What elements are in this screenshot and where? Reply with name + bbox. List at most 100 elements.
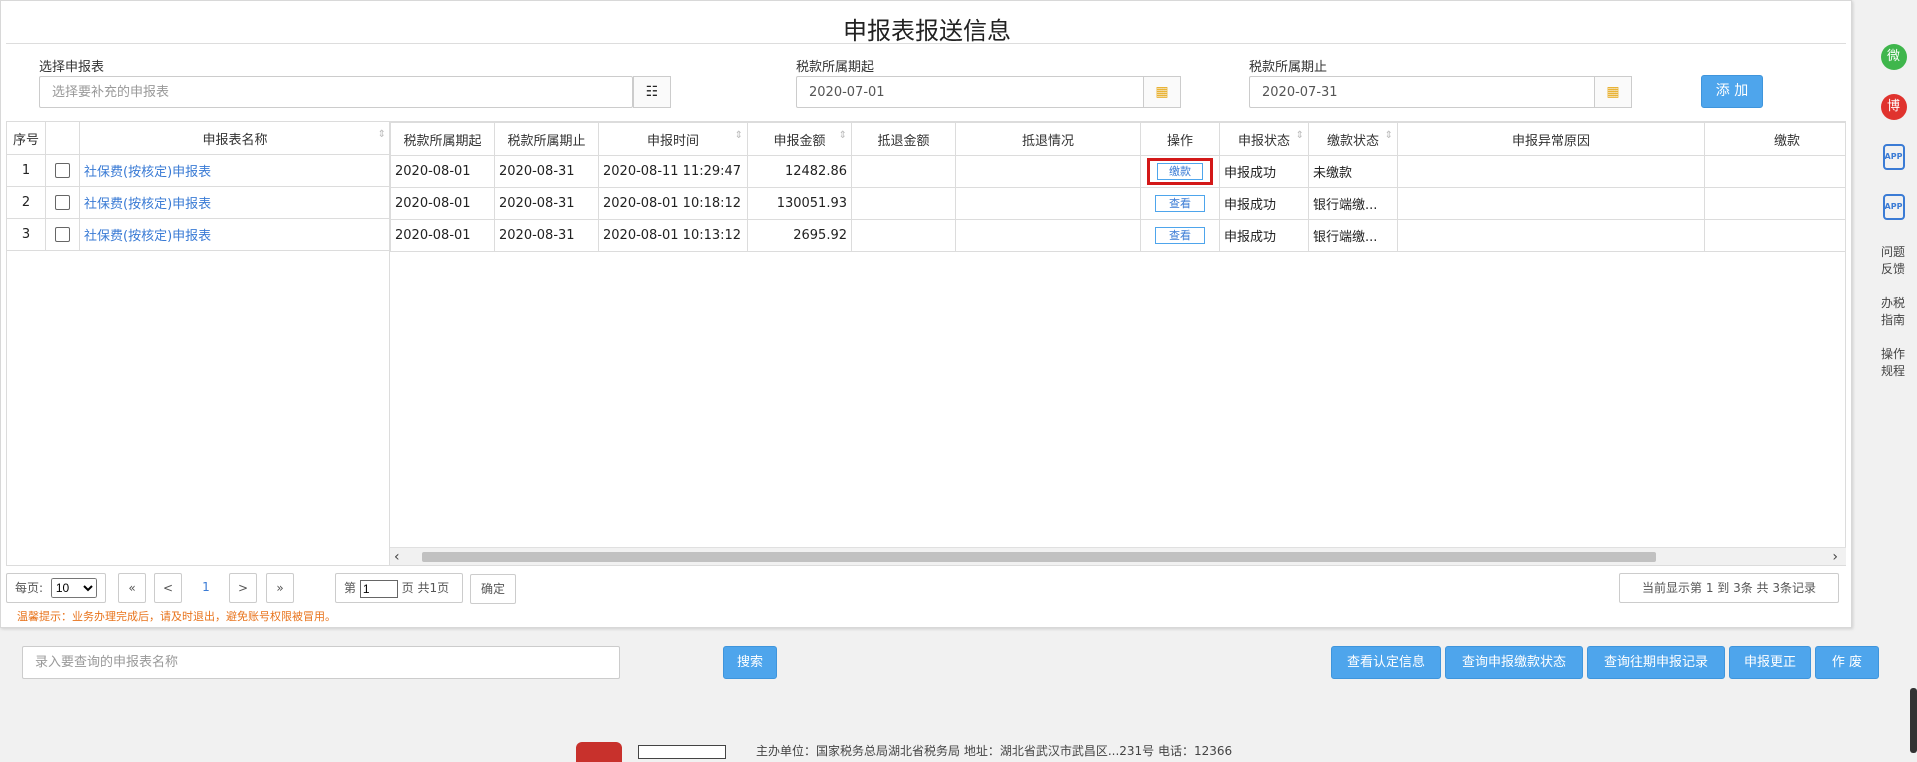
report-search-input[interactable] <box>22 646 620 679</box>
first-page-button[interactable]: « <box>118 573 146 603</box>
period-start-label: 税款所属期起 <box>796 60 875 75</box>
procedure-link[interactable]: 操作规程 <box>1878 346 1908 380</box>
add-button[interactable]: 添 加 <box>1701 75 1763 108</box>
cell-refund <box>851 219 956 252</box>
prev-page-button[interactable]: < <box>154 573 182 603</box>
row-no: 2 <box>6 186 46 219</box>
cell-extra <box>1704 155 1845 188</box>
page-number-input[interactable] <box>359 579 398 598</box>
report-name-link[interactable]: 社保费(按核定)申报表 <box>79 218 391 251</box>
row-no: 1 <box>6 154 46 187</box>
horizontal-scrollbar[interactable]: ‹ › <box>390 547 1846 565</box>
cell-refund-status <box>955 219 1141 252</box>
scrollbar-thumb[interactable] <box>422 552 1656 562</box>
last-page-button[interactable]: » <box>266 573 294 603</box>
table-row: 1 社保费(按核定)申报表 <box>6 154 391 187</box>
cell-period-start: 2020-08-01 <box>390 187 495 220</box>
cell-reason <box>1397 219 1705 252</box>
report-picker-icon[interactable]: ☷ <box>633 76 671 108</box>
header-refund: 抵退金额 <box>851 122 956 156</box>
cell-amount: 12482.86 <box>747 155 852 188</box>
report-name-link[interactable]: 社保费(按核定)申报表 <box>79 154 391 187</box>
header-check <box>45 121 80 155</box>
period-end-input[interactable] <box>1249 76 1597 108</box>
scroll-left-icon[interactable]: ‹ <box>394 548 400 566</box>
header-period-start: 税款所属期起 <box>390 122 495 156</box>
header-name[interactable]: 申报表名称 <box>79 121 391 155</box>
next-page-button[interactable]: > <box>229 573 257 603</box>
main-panel: 申报表报送信息 选择申报表 ☷ 税款所属期起 ▦ 税款所属期止 ▦ 添 加 序号… <box>0 0 1852 628</box>
warning-tip: 温馨提示：业务办理完成后，请及时退出，避免账号权限被冒用。 <box>17 610 336 623</box>
report-select-input[interactable] <box>39 76 633 108</box>
wechat-icon[interactable]: 微 <box>1870 44 1917 70</box>
per-page-label: 每页: <box>15 581 44 595</box>
period-start-input[interactable] <box>796 76 1146 108</box>
header-status[interactable]: 申报状态 <box>1219 122 1309 156</box>
pay-button[interactable]: 缴款 <box>1157 163 1203 180</box>
app-download-icon[interactable]: APP <box>1870 194 1917 220</box>
cell-refund-status <box>955 155 1141 188</box>
view-button[interactable]: 查看 <box>1155 195 1205 212</box>
cell-refund-status <box>955 187 1141 220</box>
calendar-icon[interactable]: ▦ <box>1594 76 1632 108</box>
table-row: 2020-08-01 2020-08-31 2020-08-01 10:18:1… <box>390 187 1845 220</box>
view-button[interactable]: 查看 <box>1155 227 1205 244</box>
table-row: 2020-08-01 2020-08-31 2020-08-11 11:29:4… <box>390 155 1845 188</box>
weibo-icon[interactable]: 博 <box>1870 94 1917 120</box>
table-row: 2 社保费(按核定)申报表 <box>6 186 391 219</box>
cell-status: 申报成功 <box>1219 155 1309 188</box>
row-no: 3 <box>6 218 46 251</box>
cell-extra <box>1704 219 1845 252</box>
report-label: 选择申报表 <box>39 60 105 75</box>
table-header-row: 税款所属期起 税款所属期止 申报时间 申报金额 抵退金额 抵退情况 操作 申报状… <box>390 122 1845 156</box>
header-refund-status: 抵退情况 <box>955 122 1141 156</box>
correction-button[interactable]: 申报更正 <box>1729 646 1811 679</box>
page-scrollbar[interactable] <box>1910 688 1917 753</box>
query-payment-status-button[interactable]: 查询申报缴款状态 <box>1445 646 1583 679</box>
row-checkbox[interactable] <box>55 163 70 178</box>
app-download-icon[interactable]: APP <box>1870 144 1917 170</box>
void-button[interactable]: 作 废 <box>1815 646 1879 679</box>
per-page-select[interactable]: 10 <box>50 578 97 598</box>
data-table: 税款所属期起 税款所属期止 申报时间 申报金额 抵退金额 抵退情况 操作 申报状… <box>390 122 1845 252</box>
cell-refund <box>851 187 956 220</box>
table-header-row: 序号 申报表名称 <box>6 121 391 155</box>
cell-reason <box>1397 155 1705 188</box>
current-page[interactable]: 1 <box>190 573 222 603</box>
query-history-button[interactable]: 查询往期申报记录 <box>1587 646 1725 679</box>
cell-time: 2020-08-01 10:13:12 <box>598 219 748 252</box>
cell-refund <box>851 155 956 188</box>
scroll-right-icon[interactable]: › <box>1832 548 1838 566</box>
cell-extra <box>1704 187 1845 220</box>
view-certification-button[interactable]: 查看认定信息 <box>1331 646 1441 679</box>
row-checkbox[interactable] <box>55 195 70 210</box>
cell-status: 申报成功 <box>1219 219 1309 252</box>
header-no: 序号 <box>6 121 46 155</box>
confirm-button[interactable]: 确定 <box>470 574 516 604</box>
footer-text: 主办单位：国家税务总局湖北省税务局 地址：湖北省武汉市武昌区...231号 电话… <box>756 744 1233 758</box>
table-scroll-area: 税款所属期起 税款所属期止 申报时间 申报金额 抵退金额 抵退情况 操作 申报状… <box>390 121 1846 566</box>
feedback-link[interactable]: 问题反馈 <box>1878 244 1908 278</box>
header-amount[interactable]: 申报金额 <box>747 122 852 156</box>
calendar-icon[interactable]: ▦ <box>1143 76 1181 108</box>
tax-guide-link[interactable]: 办税指南 <box>1878 295 1908 329</box>
cell-amount: 130051.93 <box>747 187 852 220</box>
emblem-logo <box>576 742 622 762</box>
header-pay-status[interactable]: 缴款状态 <box>1308 122 1398 156</box>
header-action: 操作 <box>1140 122 1220 156</box>
cell-period-start: 2020-08-01 <box>390 219 495 252</box>
cell-time: 2020-08-11 11:29:47 <box>598 155 748 188</box>
page-title: 申报表报送信息 <box>843 17 1011 45</box>
header-time[interactable]: 申报时间 <box>598 122 748 156</box>
search-button[interactable]: 搜索 <box>723 646 777 679</box>
cell-reason <box>1397 187 1705 220</box>
page-prefix: 第 <box>344 581 357 595</box>
cell-amount: 2695.92 <box>747 219 852 252</box>
frozen-table: 序号 申报表名称 1 社保费(按核定)申报表 2 社保费(按核定)申报表 3 社… <box>6 121 391 251</box>
row-checkbox[interactable] <box>55 227 70 242</box>
record-summary: 当前显示第 1 到 3条 共 3条记录 <box>1619 573 1839 603</box>
page-suffix: 页 共1页 <box>401 581 450 595</box>
title-divider <box>6 43 1846 44</box>
report-name-link[interactable]: 社保费(按核定)申报表 <box>79 186 391 219</box>
page-jump: 第 页 共1页 <box>335 573 463 603</box>
